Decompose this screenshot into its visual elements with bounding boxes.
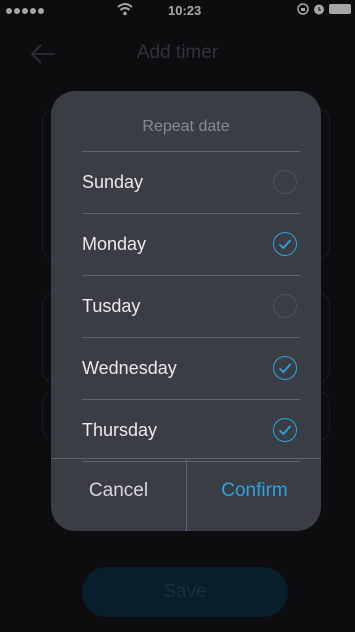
day-row-tuesday[interactable]: Tusday <box>82 275 300 337</box>
repeat-date-dialog: Repeat date Sunday Monday Tusday Wednesd… <box>51 91 321 531</box>
cancel-button[interactable]: Cancel <box>51 459 186 531</box>
checked-circle-icon[interactable] <box>273 356 297 380</box>
add-timer-screen: 10:23 Add timer Save Repeat date Sunday … <box>0 0 355 632</box>
confirm-button[interactable]: Confirm <box>186 459 321 531</box>
day-row-sunday[interactable]: Sunday <box>82 151 300 213</box>
unchecked-circle-icon[interactable] <box>273 170 297 194</box>
day-label: Tusday <box>82 296 141 316</box>
day-label: Thursday <box>82 420 158 440</box>
day-row-wednesday[interactable]: Wednesday <box>82 337 300 399</box>
day-row-monday[interactable]: Monday <box>82 213 300 275</box>
day-label: Sunday <box>82 172 144 192</box>
dialog-title: Repeat date <box>142 118 230 135</box>
day-label: Monday <box>82 234 147 254</box>
checked-circle-icon[interactable] <box>273 232 297 256</box>
day-list: Sunday Monday Tusday Wednesday Thursday <box>51 151 321 462</box>
day-row-thursday[interactable]: Thursday <box>82 399 300 461</box>
day-label: Wednesday <box>82 358 177 378</box>
dialog-actions: Cancel Confirm <box>51 458 321 531</box>
unchecked-circle-icon[interactable] <box>273 294 297 318</box>
checked-circle-icon[interactable] <box>273 418 297 442</box>
